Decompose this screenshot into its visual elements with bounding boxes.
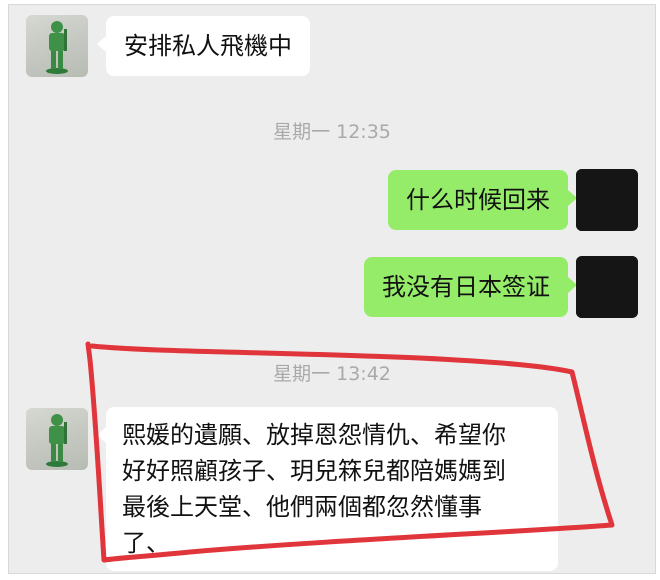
message-bubble-outgoing[interactable]: 什么时候回来 (388, 170, 577, 230)
dark-avatar-icon (576, 169, 638, 231)
chat-window: 安排私人飛機中 星期一 12:35 什么时候回来 我没有日本签证 星期一 13:… (8, 4, 656, 574)
message-timestamp: 星期一 12:35 (273, 121, 391, 143)
dark-avatar-icon (576, 256, 638, 318)
friend-avatar[interactable] (26, 15, 88, 77)
my-avatar[interactable] (576, 256, 638, 318)
message-bubble-outgoing[interactable]: 我没有日本签证 (364, 257, 577, 317)
message-timestamp: 星期一 13:42 (273, 363, 391, 385)
toy-soldier-avatar-icon (46, 21, 68, 74)
message-bubble-incoming[interactable]: 熙媛的遺願、放掉恩怨情仇、希望你 好好照顧孩子、玥兒箖兒都陪媽媽到 最後上天堂、… (97, 407, 558, 571)
message-bubble-incoming[interactable]: 安排私人飛機中 (97, 16, 310, 76)
my-avatar[interactable] (576, 169, 638, 231)
friend-avatar[interactable] (26, 408, 88, 470)
toy-soldier-avatar-icon (46, 414, 68, 467)
